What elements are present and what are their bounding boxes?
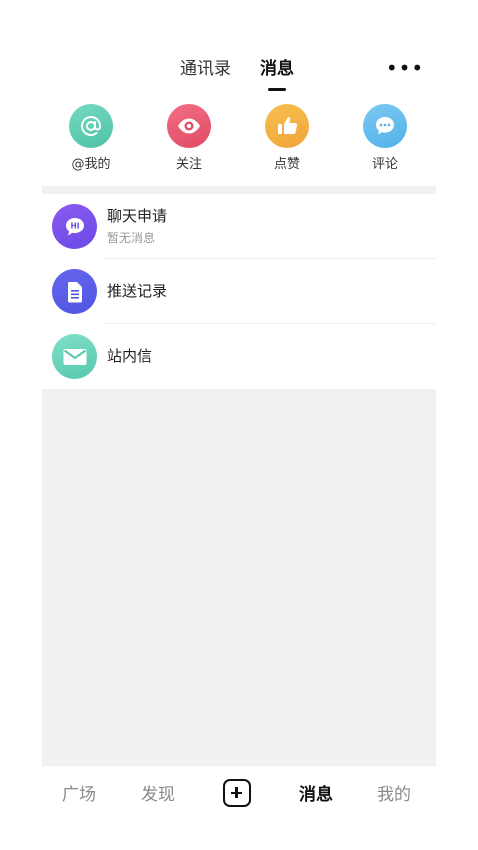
section-separator	[42, 186, 436, 194]
quick-action-label: @我的	[71, 157, 111, 172]
tab-messages[interactable]: 消息	[260, 58, 294, 80]
list-item-title: 聊天申请	[107, 207, 168, 225]
at-icon	[69, 104, 113, 148]
list-item-title: 推送记录	[107, 282, 168, 300]
document-icon	[52, 269, 97, 314]
quick-action-likes[interactable]: 点赞	[247, 100, 327, 173]
more-options-button[interactable]: •••	[385, 56, 425, 80]
envelope-icon	[52, 334, 97, 379]
nav-plaza[interactable]: 广场	[62, 784, 96, 806]
message-list: HI 聊天申请 暂无消息 推送记录 站内信	[42, 194, 436, 389]
empty-content-area	[42, 389, 436, 765]
quick-actions: @我的 关注 点赞 评论	[42, 100, 436, 186]
quick-action-mentions[interactable]: @我的	[51, 100, 131, 173]
bottom-navigation: 广场 发现 消息 我的	[42, 765, 436, 850]
list-item-chat-requests[interactable]: HI 聊天申请 暂无消息	[42, 194, 436, 259]
quick-action-label: 关注	[175, 157, 202, 172]
app-screen: 通讯录 消息 ••• @我的 关注 点赞 评论 HI 聊天申请 暂无消息 推送记…	[42, 0, 436, 850]
more-dots-icon: •••	[385, 56, 425, 80]
nav-messages[interactable]: 消息	[299, 784, 333, 806]
eye-icon	[167, 104, 211, 148]
nav-mine[interactable]: 我的	[377, 784, 411, 806]
list-item-title: 站内信	[107, 347, 153, 365]
list-item-inbox[interactable]: 站内信	[42, 324, 436, 389]
active-tab-indicator	[268, 88, 286, 91]
quick-action-follow[interactable]: 关注	[149, 100, 229, 173]
svg-text:HI: HI	[70, 221, 79, 230]
plus-square-icon[interactable]	[223, 779, 251, 807]
quick-action-label: 点赞	[273, 157, 300, 172]
list-item-subtitle: 暂无消息	[107, 231, 156, 245]
list-item-push-records[interactable]: 推送记录	[42, 259, 436, 324]
thumbs-up-icon	[265, 104, 309, 148]
top-header: 通讯录 消息 •••	[42, 0, 436, 100]
nav-discover[interactable]: 发现	[141, 784, 175, 806]
quick-action-label: 评论	[371, 157, 398, 172]
quick-action-comments[interactable]: 评论	[345, 100, 425, 173]
chat-bubble-icon: HI	[52, 204, 97, 249]
comment-icon	[363, 104, 407, 148]
tab-contacts[interactable]: 通讯录	[180, 58, 231, 80]
